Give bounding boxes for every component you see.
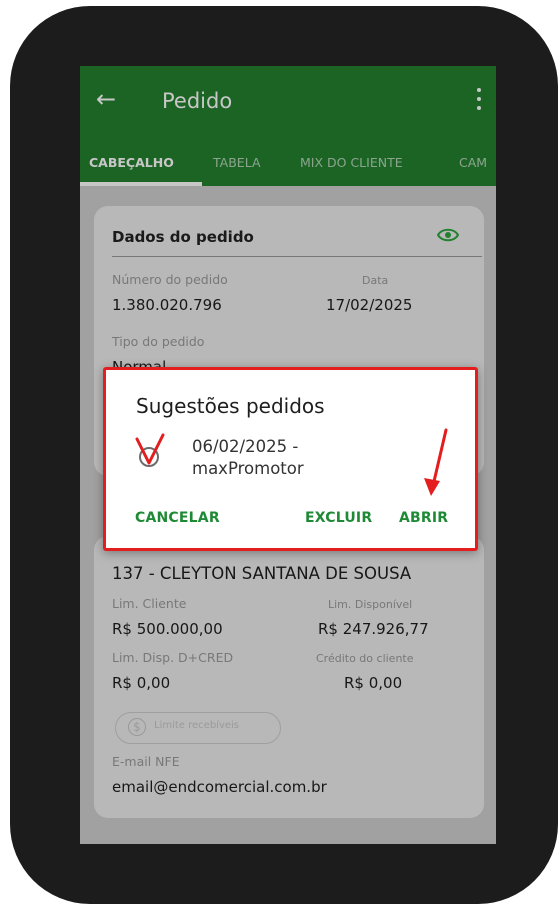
option-source: maxPromotor <box>192 459 304 478</box>
chip-label: Limite recebíveis <box>154 720 239 731</box>
dialog-title: Sugestões pedidos <box>136 394 325 418</box>
arrow-annotation-icon <box>424 428 448 496</box>
check-annotation-icon <box>135 433 165 465</box>
receivables-limit-chip[interactable]: $ Limite recebíveis <box>115 712 281 744</box>
cancel-button[interactable]: CANCELAR <box>135 510 220 526</box>
suggestion-option[interactable]: 06/02/2025 - maxPromotor <box>192 436 304 480</box>
eye-icon[interactable] <box>437 228 459 242</box>
delete-button[interactable]: EXCLUIR <box>305 510 372 526</box>
dollar-icon: $ <box>128 718 146 736</box>
option-date: 06/02/2025 - <box>192 437 299 456</box>
open-button[interactable]: ABRIR <box>399 510 448 526</box>
